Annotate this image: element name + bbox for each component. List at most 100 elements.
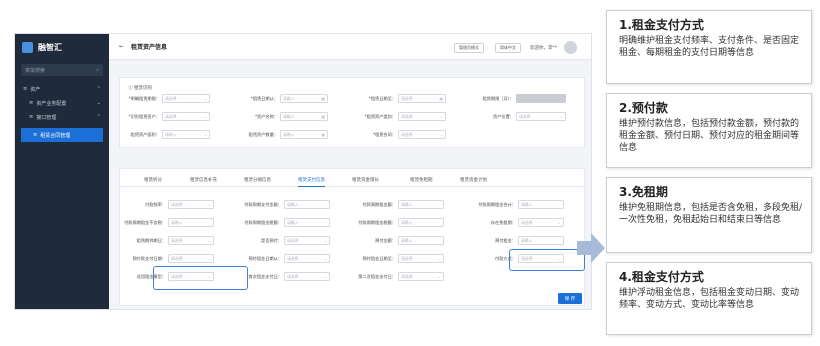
tab-item[interactable]: 租赁免租期	[410, 177, 433, 183]
sidebar-item-interface[interactable]: ≡ 接口管理 ⌃	[15, 110, 109, 124]
field-input[interactable]: 请输入	[284, 218, 330, 227]
chevron-down-icon: ⌄	[439, 114, 443, 119]
note-body: 维护浮动租金信息，包括租金变动日期、变动频率、变动方式、变动比率等信息	[619, 288, 800, 311]
calendar-icon: ▦	[321, 96, 325, 101]
field-label: 预付租金日期至：	[362, 255, 396, 261]
tab-item[interactable]: 租赁信息补充	[190, 177, 217, 183]
input-placeholder: 请输入	[283, 113, 295, 119]
chevron-down-icon: ⌄	[323, 256, 327, 261]
tab-item[interactable]: 租赁资金增长	[352, 177, 379, 183]
field-input[interactable]: 请选择 ⌄	[162, 112, 210, 121]
field-input[interactable]: 请输入	[398, 200, 444, 209]
admin-mode-button[interactable]: 管理员模式	[454, 43, 484, 53]
field-input[interactable]	[516, 94, 566, 103]
menu-icon: ≡	[23, 86, 28, 92]
annotation-note: 3.免租期 维护免租期信息，包括是否含免租，多段免租/一次性免租，免租起始日和结束…	[606, 177, 812, 253]
chevron-down-icon: ⌄	[203, 132, 207, 137]
tab-item[interactable]: 租赁分摊信息	[244, 177, 271, 183]
field-label: 租赁资产面积：	[130, 131, 160, 137]
pay-field: 是否预付： 请选择 ⌄	[236, 236, 330, 245]
field-input[interactable]: 请输入	[518, 236, 564, 245]
field-input[interactable]: 请输入	[518, 200, 564, 209]
tab-bar: 租赁拆分 租赁信息补充 租赁分摊信息 租赁支付信息 租赁资金增长 租赁免租期 租赁资金计划	[120, 175, 584, 187]
field-input[interactable]: 请选择 ⌄	[398, 272, 444, 281]
sidebar-item-asset-config[interactable]: ≡ 资产业务配置 ⌄	[15, 96, 109, 110]
pay-field: 付款周期租金税额： 请输入	[236, 218, 330, 227]
brand: 融智汇	[15, 34, 109, 60]
chevron-down-icon: ⌄	[207, 202, 211, 207]
chevron-down-icon: ⌄	[207, 256, 211, 261]
annotation-note: 4.租金支付方式维护浮动租金信息，包括租金变动日期、变动频率、变动方式、变动比率…	[606, 262, 812, 335]
note-title: 1.租金支付方式	[619, 18, 704, 32]
input-placeholder: 请输入	[287, 201, 299, 207]
field-label: 付款周期支付金额：	[244, 201, 282, 207]
arrow-right-icon	[577, 233, 605, 263]
form-field: *识别租赁资产： 请选择 ⌄	[126, 112, 210, 121]
field-input[interactable]: 请输入	[284, 200, 330, 209]
field-label: 租赁期限（月）：	[482, 95, 514, 101]
input-placeholder: 请选择	[401, 113, 413, 119]
calendar-icon: ▦	[321, 132, 325, 137]
back-arrow-icon[interactable]: ←	[119, 43, 124, 50]
input-placeholder: 请选择	[401, 273, 413, 279]
field-label: 存在免租期：	[490, 219, 516, 225]
menu-search-input[interactable]: 菜单搜索 ⌕	[21, 64, 103, 76]
note-title: 3.免租期	[619, 185, 668, 199]
field-input[interactable]: 请选择 ⌄	[398, 254, 444, 263]
menu-icon: ≡	[29, 114, 34, 120]
chevron-down-icon: ⌄	[323, 238, 327, 243]
field-input[interactable]: 请选择 ⌄	[284, 272, 330, 281]
field-input[interactable]: 请选择 ⌄	[398, 130, 446, 139]
avatar[interactable]	[564, 41, 577, 54]
field-input[interactable]: 请输入 ▦	[280, 94, 328, 103]
field-input[interactable]: 请选择 ⌄	[284, 236, 330, 245]
chevron-down-icon: ⌄	[203, 114, 207, 119]
field-input[interactable]: 请输入 ▦	[280, 112, 328, 121]
language-button[interactable]: 简体中文	[495, 43, 521, 53]
field-input[interactable]: 请输入	[168, 218, 214, 227]
chevron-down-icon: ⌄	[96, 100, 101, 106]
note-title: 2.预付款	[619, 101, 668, 115]
pay-field: 付款频率： 请选择 ⌄	[120, 200, 214, 209]
field-input[interactable]: 请选择 ⌄	[168, 200, 214, 209]
field-input[interactable]: 请选择 ⌄	[518, 218, 564, 227]
field-input[interactable]: 请输入 ⌄	[162, 130, 210, 139]
field-label: *资产名称：	[254, 113, 278, 119]
chevron-down-icon: ⌄	[439, 132, 443, 137]
field-input[interactable]: 请选择 ⌄	[284, 254, 330, 263]
pay-field: 付款周期租金合计： 请输入	[470, 200, 564, 209]
input-placeholder: 请输入	[283, 95, 295, 101]
field-label: 第二次租金支付日：	[358, 273, 396, 279]
field-input[interactable]: 请输入	[398, 218, 444, 227]
pay-field: 首次租金支付日： 请选择 ⌄	[236, 272, 330, 281]
input-placeholder: 请选择	[519, 113, 531, 119]
field-input[interactable]: 请选择 ▦	[398, 94, 446, 103]
input-placeholder: 请选择	[401, 131, 413, 137]
tab-item[interactable]: 租赁支付信息	[298, 177, 325, 187]
highlight-pay-method	[509, 249, 585, 271]
field-input[interactable]: 请输入	[398, 236, 444, 245]
note-title: 4.租金支付方式	[619, 270, 704, 284]
field-input[interactable]: 请选择 ⌄	[516, 112, 566, 121]
lease-identify-card: ⓘ 租赁识别 *明确租赁期限： 请选择 ⌄ *租赁日期从： 请输入 ▦ *租赁日期至： 请选择…	[119, 77, 585, 148]
field-input[interactable]: 请选择 ⌄	[168, 254, 214, 263]
field-label: *租赁资产类别：	[364, 113, 396, 119]
note-body: 维护预付款信息，包括预付款金额，预付款的租金金额、预付日期、预付对应的租金期间等…	[619, 119, 800, 154]
sidebar-item-assets[interactable]: ≡ 资产 ⌃	[15, 82, 109, 96]
field-input[interactable]: 请选择 ⌄	[398, 112, 446, 121]
form-field: 租赁资产面积： 请输入 ⌄	[126, 130, 210, 139]
chevron-down-icon: ⌄	[557, 220, 561, 225]
form-field: 租赁期限（月）：	[480, 94, 566, 103]
tab-item[interactable]: 租赁资金计划	[460, 177, 487, 183]
save-button[interactable]: 保 存	[558, 293, 582, 304]
sidebar-item-lease-contract[interactable]: ≡ 租赁合同管理	[21, 128, 103, 142]
field-input[interactable]: 请选择 ⌄	[168, 236, 214, 245]
field-label: 预付租金日期从：	[248, 255, 282, 261]
field-input[interactable]: 请选择 ⌄	[162, 94, 210, 103]
app-screenshot: 融智汇 菜单搜索 ⌕ ≡ 资产 ⌃ ≡ 资产业务配置 ⌄ ≡ 接口管理 ⌃ ≡ 租赁合同管理 ←…	[14, 33, 592, 310]
form-field: *资产名称： 请输入 ▦	[244, 112, 328, 121]
tab-item[interactable]: 租赁拆分	[144, 177, 162, 183]
menu-icon: ≡	[29, 100, 34, 106]
calendar-icon: ▦	[321, 114, 325, 119]
field-input[interactable]: 请输入 ▦	[280, 130, 328, 139]
